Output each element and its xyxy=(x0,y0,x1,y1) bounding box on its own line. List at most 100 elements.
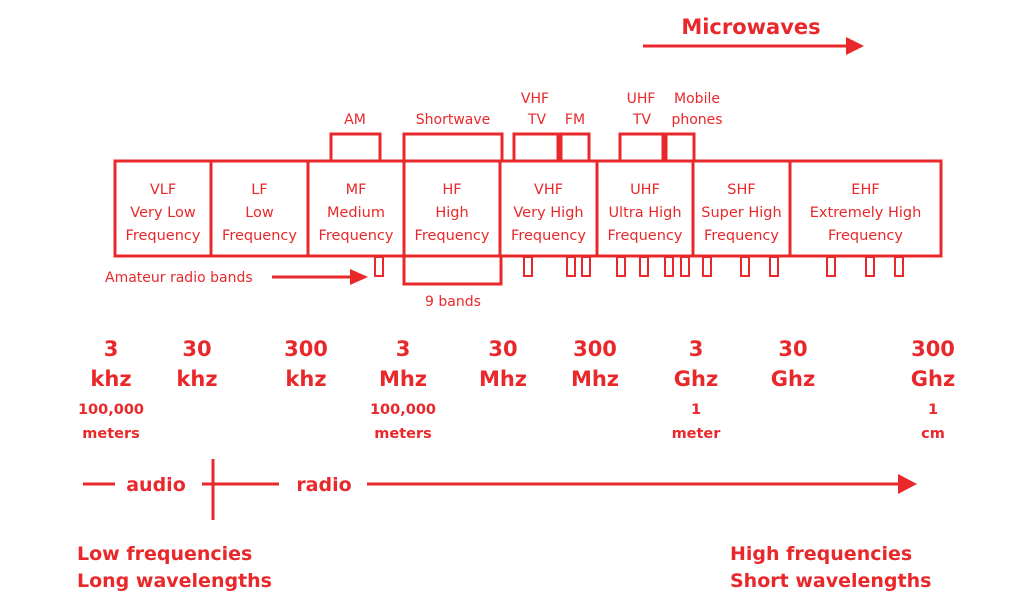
mobile-label-line1: Mobile xyxy=(674,91,720,107)
radio-arrow-head-icon xyxy=(898,474,917,494)
mobile-phones-box xyxy=(664,132,696,163)
band-name: Extremely High xyxy=(810,205,922,221)
frequency-value: 30 xyxy=(778,337,807,361)
wavelength-label: 1 xyxy=(928,402,938,418)
band-abbr: VLF xyxy=(150,182,176,198)
wavelength-label: meters xyxy=(374,426,432,442)
frequency-unit: Mhz xyxy=(571,367,619,391)
band-abbr: MF xyxy=(346,182,367,198)
frequency-value: 3 xyxy=(689,337,704,361)
am-label: AM xyxy=(344,112,366,128)
amateur-band-box xyxy=(680,256,690,277)
audio-radio-axis: audio radio xyxy=(83,459,917,520)
band-abbr: LF xyxy=(251,182,267,198)
frequency-marker: 30 Mhz xyxy=(479,337,527,391)
frequency-value: 3 xyxy=(396,337,411,361)
band-name-suffix: Frequency xyxy=(222,228,297,244)
frequency-unit: khz xyxy=(90,367,131,391)
frequency-marker: 30 khz xyxy=(176,337,217,391)
amateur-band-box xyxy=(769,256,779,277)
high-frequencies-label: High frequencies xyxy=(730,543,912,565)
amateur-band-box xyxy=(865,256,875,277)
amateur-band-box xyxy=(639,256,649,277)
band-name: Very High xyxy=(513,205,583,221)
band-abbr: SHF xyxy=(727,182,755,198)
band-box-mf: MF Medium Frequency xyxy=(306,159,406,258)
frequency-value: 300 xyxy=(573,337,617,361)
frequency-value: 30 xyxy=(488,337,517,361)
frequency-marker: 300 Mhz xyxy=(571,337,619,391)
shortwave-label: Shortwave xyxy=(416,112,491,128)
band-name-suffix: Frequency xyxy=(828,228,903,244)
band-name: Ultra High xyxy=(608,205,681,221)
short-wavelengths-label: Short wavelengths xyxy=(730,570,931,592)
amateur-band-box xyxy=(702,256,712,277)
amateur-radio-indicator: Amateur radio bands xyxy=(105,269,368,286)
frequency-value: 30 xyxy=(182,337,211,361)
hf-bands-box xyxy=(402,254,503,286)
wavelength-label: meter xyxy=(672,426,722,442)
band-box-ehf: EHF Extremely High Frequency xyxy=(788,159,943,258)
frequency-marker: 30 Ghz xyxy=(771,337,815,391)
frequency-unit: Ghz xyxy=(674,367,718,391)
frequency-unit: Ghz xyxy=(911,367,955,391)
uhf-tv-box xyxy=(618,132,665,163)
amateur-band-box xyxy=(581,256,591,277)
audio-label: audio xyxy=(126,474,186,496)
band-name: Very Low xyxy=(130,205,196,221)
band-name-suffix: Frequency xyxy=(704,228,779,244)
band-abbr: UHF xyxy=(630,182,660,198)
frequency-marker: 300 Ghz 1 cm xyxy=(911,337,955,442)
band-name-suffix: Frequency xyxy=(126,228,201,244)
band-name: Super High xyxy=(701,205,781,221)
band-box-hf: HF High Frequency xyxy=(402,159,502,258)
frequency-marker: 3 Mhz 100,000 meters xyxy=(370,337,436,442)
wavelength-label: 1 xyxy=(691,402,701,418)
band-name: Medium xyxy=(327,205,385,221)
radio-label: radio xyxy=(296,474,351,496)
band-box-lf: LF Low Frequency xyxy=(209,159,310,258)
footer-labels: Low frequencies Long wavelengths High fr… xyxy=(77,543,931,592)
band-box-vlf: VLF Very Low Frequency xyxy=(113,159,213,258)
amateur-band-box xyxy=(826,256,836,277)
frequency-unit: khz xyxy=(285,367,326,391)
amateur-band-boxes xyxy=(374,256,904,277)
amateur-band-box xyxy=(740,256,750,277)
microwaves-arrow-head-icon xyxy=(846,37,864,55)
amateur-band-box xyxy=(523,256,533,277)
fm-box xyxy=(559,132,591,163)
frequency-scale: 3 khz 100,000 meters 30 khz 300 khz 3 Mhz 100,000 m… xyxy=(78,337,955,442)
uhf-tv-label-line2: TV xyxy=(632,112,652,128)
band-name-suffix: Frequency xyxy=(511,228,586,244)
amateur-band-box xyxy=(566,256,576,277)
frequency-value: 300 xyxy=(284,337,328,361)
frequency-marker: 3 khz 100,000 meters xyxy=(78,337,144,442)
frequency-value: 300 xyxy=(911,337,955,361)
am-box xyxy=(329,132,382,163)
microwaves-label: Microwaves xyxy=(681,15,820,39)
frequency-marker: 300 khz xyxy=(284,337,328,391)
uhf-tv-label-line1: UHF xyxy=(627,91,656,107)
band-box-uhf: UHF Ultra High Frequency xyxy=(595,159,695,258)
band-boxes: VLF Very Low Frequency LF Low Frequency MF Medi… xyxy=(113,159,943,258)
band-name-suffix: Frequency xyxy=(319,228,394,244)
band-box-shf: SHF Super High Frequency xyxy=(691,159,792,258)
service-labels: AM Shortwave VHF TV FM UHF TV Mobile pho… xyxy=(344,91,722,128)
service-boxes xyxy=(329,132,696,163)
band-abbr: VHF xyxy=(534,182,563,198)
wavelength-label: 100,000 xyxy=(78,402,144,418)
band-name: High xyxy=(435,205,468,221)
frequency-value: 3 xyxy=(104,337,119,361)
amateur-radio-label: Amateur radio bands xyxy=(105,270,253,286)
frequency-unit: Ghz xyxy=(771,367,815,391)
amateur-band-box xyxy=(894,256,904,277)
vhf-tv-box xyxy=(512,132,560,163)
band-box-vhf: VHF Very High Frequency xyxy=(498,159,599,258)
wavelength-label: meters xyxy=(82,426,140,442)
low-frequencies-label: Low frequencies xyxy=(77,543,252,565)
long-wavelengths-label: Long wavelengths xyxy=(77,570,272,592)
vhf-tv-label-line2: TV xyxy=(527,112,547,128)
frequency-marker: 3 Ghz 1 meter xyxy=(672,337,722,442)
amateur-band-box xyxy=(374,256,384,277)
band-name-suffix: Frequency xyxy=(608,228,683,244)
